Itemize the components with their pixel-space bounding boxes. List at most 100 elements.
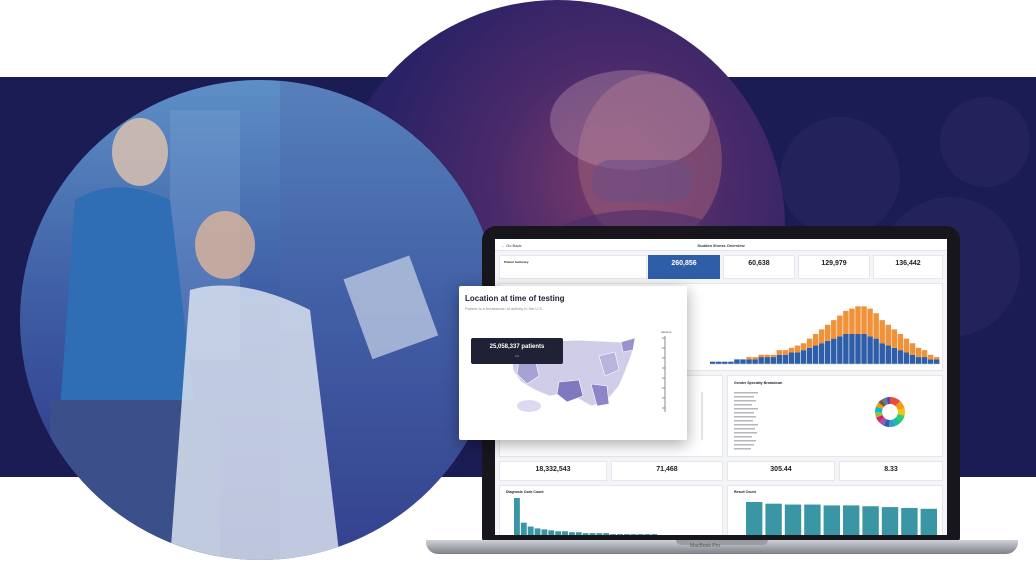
histogram-bar — [831, 320, 837, 339]
specialty-panel: Gender Specialty Breakdown — [727, 375, 943, 457]
histogram-bar — [843, 334, 849, 364]
result-bar — [901, 507, 918, 535]
histogram-bar — [752, 359, 758, 364]
histogram-bar — [867, 336, 873, 364]
diagnosis-panel: Diagnosis Code Count — [499, 485, 723, 535]
diagnosis-bar — [568, 532, 575, 535]
result-bar — [920, 508, 937, 535]
histogram-bar — [788, 347, 795, 353]
histogram-bar — [837, 336, 843, 364]
stat-card[interactable]: 71,468 — [611, 461, 723, 481]
histogram-bar — [933, 359, 940, 364]
histogram-bar — [746, 359, 752, 364]
diagnosis-bar — [623, 534, 630, 535]
histogram-bar — [806, 347, 813, 364]
histogram-bar — [800, 343, 807, 351]
histogram-bar — [752, 357, 758, 360]
diagnosis-bar — [651, 534, 658, 535]
result-panel: Result Count — [727, 485, 943, 535]
stat-value: 305.44 — [770, 466, 792, 473]
histogram-bar — [861, 334, 867, 364]
summary-title: Patient Summary — [504, 260, 529, 264]
diagnosis-bar — [534, 528, 541, 535]
diagnosis-bar — [527, 526, 534, 535]
histogram-bar — [758, 357, 764, 364]
stat-card[interactable]: 129,979 — [798, 255, 870, 279]
diagnosis-bar — [603, 533, 610, 535]
diagnosis-bar — [644, 534, 651, 535]
patient-photo — [20, 80, 500, 560]
histogram-bar — [812, 334, 819, 346]
stat-card[interactable]: 60,638 — [723, 255, 795, 279]
result-bar — [784, 504, 802, 535]
histogram-bar — [716, 361, 722, 364]
stat-value: 60,638 — [748, 260, 770, 267]
histogram-bar — [782, 354, 789, 364]
histogram-bar — [794, 345, 801, 353]
specialty-list — [734, 392, 758, 450]
result-title: Result Count — [734, 490, 756, 494]
histogram-bar — [903, 338, 910, 353]
result-bar — [746, 502, 763, 535]
histogram-bar — [837, 315, 843, 337]
histogram-bar — [867, 308, 873, 337]
result-bar — [862, 506, 879, 535]
histogram-bar — [915, 347, 922, 358]
histogram-bar — [855, 306, 861, 334]
histogram-bar — [734, 359, 740, 364]
histogram-bar — [788, 352, 795, 364]
histogram-bar — [770, 354, 776, 358]
diagnosis-bar — [562, 531, 568, 535]
stat-card[interactable]: 18,332,543 — [499, 461, 607, 481]
histogram-bar — [825, 324, 831, 341]
histogram-bar — [927, 354, 934, 360]
diagnosis-bar — [630, 534, 637, 535]
histogram-bar — [873, 313, 879, 339]
diagnosis-bar — [555, 531, 562, 535]
histogram-bar — [764, 354, 770, 358]
histogram-bar — [861, 306, 867, 334]
histogram-bar — [818, 343, 825, 364]
stat-card[interactable]: 8.33 — [839, 461, 943, 481]
result-bar — [881, 507, 899, 535]
histogram-bar — [849, 308, 855, 334]
diagnosis-bar — [514, 498, 520, 535]
diagnosis-bar — [541, 529, 548, 535]
doctor-and-patient-image — [50, 80, 500, 560]
donut-chart — [875, 397, 905, 427]
tooltip-state: CA — [514, 354, 520, 358]
histogram-bar — [800, 350, 807, 364]
histogram-bar — [909, 343, 916, 355]
diagnosis-bar — [610, 534, 616, 535]
histogram-bar — [843, 310, 849, 334]
diagnosis-bar — [582, 533, 589, 535]
histogram-bar — [855, 334, 861, 364]
stat-value: 18,332,543 — [535, 466, 571, 473]
histogram-bar — [722, 361, 728, 364]
diagnosis-bar — [575, 532, 582, 535]
histogram-bar — [897, 334, 904, 351]
stat-card[interactable]: 305.44 — [727, 461, 835, 481]
histogram-bar — [873, 338, 879, 364]
histogram-bar — [885, 345, 891, 364]
legend-label: patients — [661, 330, 672, 334]
histogram-bar — [782, 350, 789, 355]
histogram-bar — [764, 357, 770, 364]
result-chart — [746, 502, 937, 535]
histogram-bar — [710, 361, 716, 364]
histogram-bar — [758, 354, 764, 358]
location-card: Location at time of testing Patient is a… — [459, 286, 687, 440]
decor-shape — [940, 97, 1030, 187]
histogram-bar — [728, 361, 734, 364]
tooltip-value: 25,058,337 patients — [489, 344, 545, 350]
histogram-bar — [818, 329, 825, 344]
stat-card[interactable]: 136,442 — [873, 255, 943, 279]
stat-value: 129,979 — [821, 260, 847, 267]
histogram-bar — [933, 357, 940, 360]
summary-panel: Patient Summary — [499, 255, 647, 279]
diagnosis-bar — [596, 533, 603, 535]
stat-card[interactable]: 260,856 — [648, 255, 720, 279]
histogram-bar — [849, 334, 855, 364]
diagnosis-bar — [637, 534, 644, 535]
histogram-bar — [825, 340, 831, 364]
